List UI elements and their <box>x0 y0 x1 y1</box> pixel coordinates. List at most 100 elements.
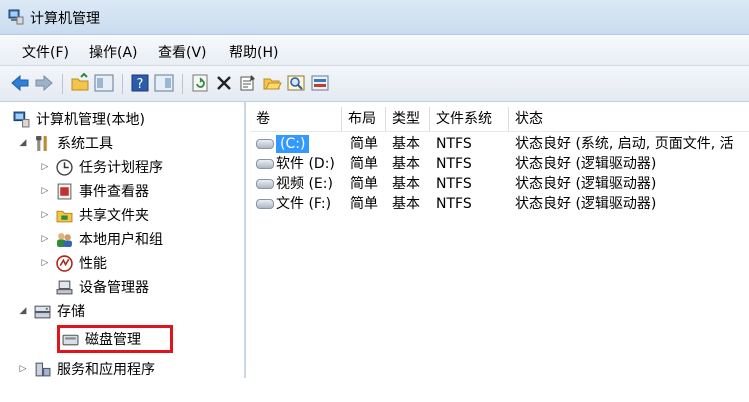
title-bar: 计算机管理 <box>0 0 749 35</box>
tree-label-performance: 性能 <box>79 256 107 272</box>
cell-filesystem: NTFS <box>436 196 472 212</box>
tree-item-system-tools[interactable]: ◢ 系统工具 <box>18 133 113 153</box>
back-icon[interactable] <box>10 73 30 93</box>
menu-action[interactable]: 操作(A) <box>89 42 138 62</box>
tree-label-system-tools: 系统工具 <box>57 136 113 152</box>
cell-status: 状态良好 (逻辑驱动器) <box>515 196 657 212</box>
console-tree: 计算机管理(本地) ◢ 系统工具 ▷ 任务计划程序 ▷ 事件查看器 ▷ 共享文件… <box>0 102 246 378</box>
services-icon <box>35 362 51 376</box>
table-row[interactable]: (C:) 简单 基本 NTFS 状态良好 (系统, 启动, 页面文件, 活 <box>250 134 749 154</box>
list-header: 卷 布局 类型 文件系统 状态 <box>250 107 749 132</box>
refresh-icon[interactable] <box>190 73 210 93</box>
column-header-volume[interactable]: 卷 <box>250 107 342 131</box>
search-icon[interactable] <box>286 73 306 93</box>
column-header-layout[interactable]: 布局 <box>342 107 386 131</box>
cell-type: 基本 <box>392 176 420 192</box>
cell-status: 状态良好 (逻辑驱动器) <box>515 156 657 172</box>
cell-volume: 软件 (D:) <box>276 156 335 172</box>
cell-type: 基本 <box>392 196 420 212</box>
cell-layout: 简单 <box>350 136 378 152</box>
performance-icon <box>56 254 73 272</box>
show-hide-tree-icon[interactable] <box>94 73 114 93</box>
properties-icon[interactable] <box>238 73 258 93</box>
expand-icon[interactable]: ▷ <box>40 162 50 172</box>
device-manager-icon <box>56 280 73 294</box>
tree-item-performance[interactable]: ▷ 性能 <box>40 253 107 273</box>
cell-status: 状态良好 (逻辑驱动器) <box>515 176 657 192</box>
cell-layout: 简单 <box>350 176 378 192</box>
console-icon[interactable] <box>154 73 174 93</box>
forward-icon[interactable] <box>34 73 54 93</box>
toolbar: ? <box>0 66 749 102</box>
expand-icon[interactable]: ▷ <box>40 234 50 244</box>
computer-management-icon <box>13 111 30 127</box>
cell-volume: 文件 (F:) <box>276 196 332 212</box>
volume-icon <box>256 179 274 189</box>
event-viewer-icon <box>57 183 72 199</box>
tools-icon <box>36 135 47 151</box>
cell-filesystem: NTFS <box>436 156 472 172</box>
table-row[interactable]: 文件 (F:) 简单 基本 NTFS 状态良好 (逻辑驱动器) <box>250 194 749 214</box>
volume-icon <box>256 159 274 169</box>
window-title: 计算机管理 <box>30 11 100 27</box>
expand-icon[interactable]: ▷ <box>40 258 50 268</box>
tree-label-event-viewer: 事件查看器 <box>79 184 149 200</box>
menu-view[interactable]: 查看(V) <box>158 42 207 62</box>
tree-label-storage: 存储 <box>57 304 85 320</box>
tree-label-local-users: 本地用户和组 <box>79 232 163 248</box>
tree-label-services: 服务和应用程序 <box>57 362 155 378</box>
expand-icon[interactable]: ▷ <box>40 186 50 196</box>
menu-bar: 文件(F) 操作(A) 查看(V) 帮助(H) <box>0 35 749 66</box>
tree-label-task-scheduler: 任务计划程序 <box>79 160 163 176</box>
menu-help[interactable]: 帮助(H) <box>229 42 278 62</box>
rescan-icon[interactable] <box>310 73 330 93</box>
cell-filesystem: NTFS <box>436 176 472 192</box>
volume-icon <box>256 199 274 209</box>
volume-list: 卷 布局 类型 文件系统 状态 (C:) 简单 基本 NTFS 状态良好 (系统… <box>250 102 749 378</box>
up-folder-icon[interactable] <box>70 73 90 93</box>
tree-item-task-scheduler[interactable]: ▷ 任务计划程序 <box>40 157 163 177</box>
cell-volume: (C:) <box>276 135 310 153</box>
cell-type: 基本 <box>392 136 420 152</box>
page-background <box>0 378 749 402</box>
tree-item-event-viewer[interactable]: ▷ 事件查看器 <box>40 181 149 201</box>
cell-type: 基本 <box>392 156 420 172</box>
tree-item-local-users[interactable]: ▷ 本地用户和组 <box>40 229 163 249</box>
expand-icon[interactable]: ▷ <box>40 210 50 220</box>
delete-icon[interactable] <box>214 73 234 93</box>
clock-icon <box>56 158 73 176</box>
users-icon <box>57 232 72 247</box>
help-icon[interactable]: ? <box>130 73 150 93</box>
column-header-type[interactable]: 类型 <box>386 107 430 131</box>
tree-label-shared-folders: 共享文件夹 <box>79 208 149 224</box>
computer-management-icon <box>8 9 24 25</box>
cell-filesystem: NTFS <box>436 136 472 152</box>
cell-layout: 简单 <box>350 196 378 212</box>
menu-file[interactable]: 文件(F) <box>22 42 69 62</box>
open-icon[interactable] <box>262 73 282 93</box>
shared-folder-icon <box>56 210 73 222</box>
tree-item-root[interactable]: 计算机管理(本地) <box>13 109 145 129</box>
tree-item-services[interactable]: ▷ 服务和应用程序 <box>18 359 155 378</box>
collapse-icon[interactable]: ◢ <box>18 306 28 316</box>
tree-label-device-manager: 设备管理器 <box>79 280 149 296</box>
table-row[interactable]: 视频 (E:) 简单 基本 NTFS 状态良好 (逻辑驱动器) <box>250 174 749 194</box>
column-header-status[interactable]: 状态 <box>509 107 749 131</box>
storage-icon <box>34 305 51 318</box>
cell-layout: 简单 <box>350 156 378 172</box>
tree-label-root: 计算机管理(本地) <box>36 112 145 128</box>
tree-item-shared-folders[interactable]: ▷ 共享文件夹 <box>40 205 149 225</box>
tree-item-device-manager[interactable]: 设备管理器 <box>56 277 149 297</box>
cell-status: 状态良好 (系统, 启动, 页面文件, 活 <box>515 136 734 152</box>
table-row[interactable]: 软件 (D:) 简单 基本 NTFS 状态良好 (逻辑驱动器) <box>250 154 749 174</box>
content-area: 计算机管理(本地) ◢ 系统工具 ▷ 任务计划程序 ▷ 事件查看器 ▷ 共享文件… <box>0 102 749 378</box>
highlight-annotation <box>57 325 173 353</box>
svg-text:?: ? <box>137 77 144 92</box>
tree-item-storage[interactable]: ◢ 存储 <box>18 301 85 321</box>
collapse-icon[interactable]: ◢ <box>18 138 28 148</box>
cell-volume: 视频 (E:) <box>276 176 333 192</box>
expand-icon[interactable]: ▷ <box>18 364 28 374</box>
column-header-filesystem[interactable]: 文件系统 <box>430 107 509 131</box>
computer-management-window: 计算机管理 文件(F) 操作(A) 查看(V) 帮助(H) ? 计算机管理(本地… <box>0 0 749 378</box>
volume-icon <box>256 139 274 149</box>
